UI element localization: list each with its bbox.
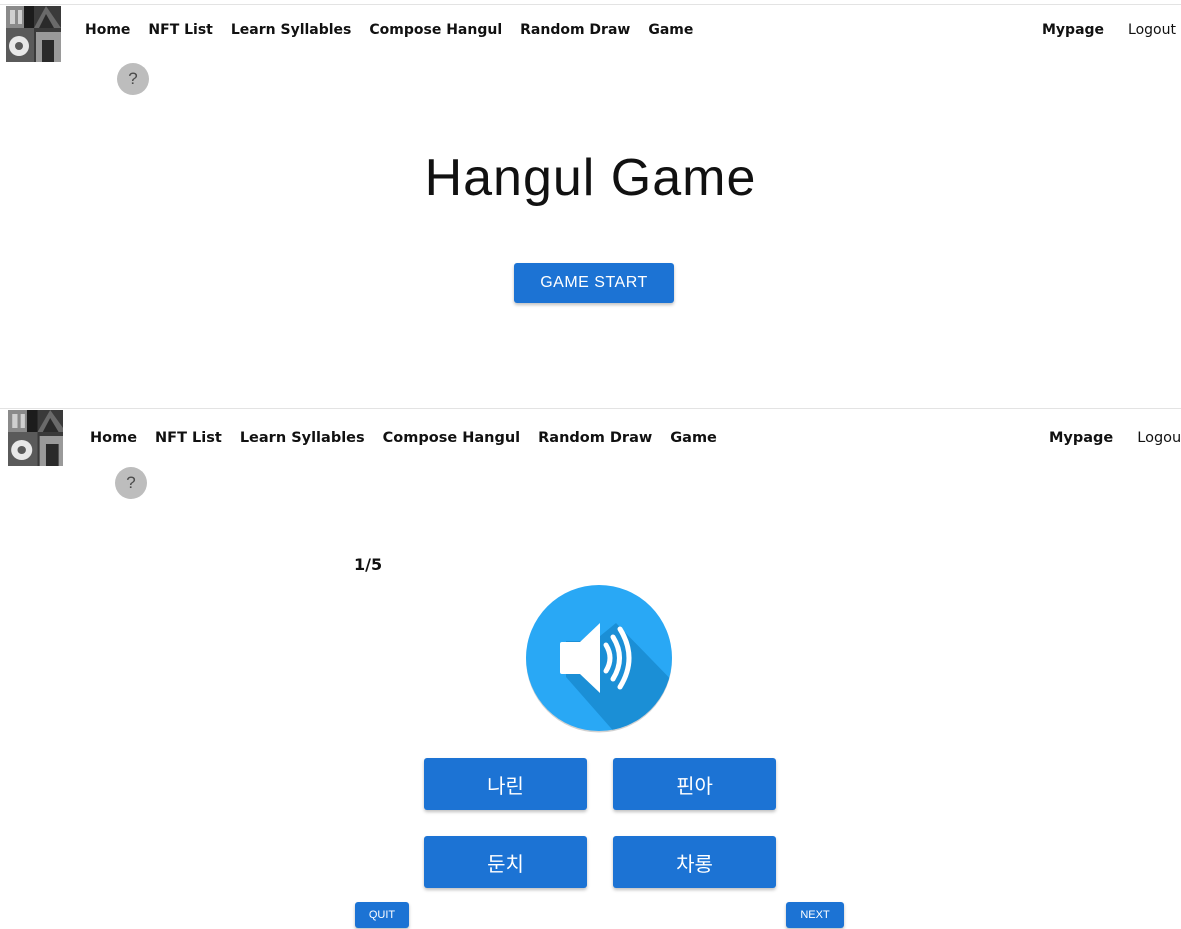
user-nav: Mypage Logou	[1049, 430, 1181, 446]
nav-logout[interactable]: Logout	[1128, 22, 1176, 38]
logo[interactable]	[8, 410, 63, 466]
help-button[interactable]: ?	[115, 467, 147, 499]
nav-random-draw[interactable]: Random Draw	[538, 430, 652, 446]
top-divider	[0, 408, 1181, 409]
game-question-screen: Home NFT List Learn Syllables Compose Ha…	[0, 404, 1181, 929]
user-nav: Mypage Logout	[1042, 22, 1176, 38]
nav-random-draw[interactable]: Random Draw	[520, 22, 630, 38]
nav-compose-hangul[interactable]: Compose Hangul	[369, 22, 502, 38]
choice-button-1[interactable]: 나린	[424, 758, 587, 810]
help-button[interactable]: ?	[117, 63, 149, 95]
question-progress: 1/5	[354, 555, 383, 574]
choice-button-3[interactable]: 둔치	[424, 836, 587, 888]
game-intro-screen: Home NFT List Learn Syllables Compose Ha…	[0, 0, 1181, 400]
speaker-volume-icon[interactable]	[524, 583, 674, 733]
nav-learn-syllables[interactable]: Learn Syllables	[231, 22, 352, 38]
nav-learn-syllables[interactable]: Learn Syllables	[240, 430, 365, 446]
nav-game[interactable]: Game	[670, 430, 717, 446]
choice-button-4[interactable]: 차롱	[613, 836, 776, 888]
page-title: Hangul Game	[424, 149, 757, 207]
logo[interactable]	[6, 6, 61, 62]
quit-button[interactable]: QUIT	[355, 902, 409, 928]
nav-home[interactable]: Home	[90, 430, 137, 446]
next-button[interactable]: NEXT	[786, 902, 844, 928]
nav-logout[interactable]: Logou	[1137, 430, 1181, 446]
main-nav: Home NFT List Learn Syllables Compose Ha…	[85, 22, 711, 38]
choice-button-2[interactable]: 핀아	[613, 758, 776, 810]
nav-mypage[interactable]: Mypage	[1042, 22, 1104, 38]
nav-game[interactable]: Game	[648, 22, 693, 38]
nav-mypage[interactable]: Mypage	[1049, 430, 1113, 446]
game-start-button[interactable]: GAME START	[514, 263, 674, 303]
nav-compose-hangul[interactable]: Compose Hangul	[383, 430, 520, 446]
nav-home[interactable]: Home	[85, 22, 130, 38]
top-divider	[0, 4, 1181, 5]
main-nav: Home NFT List Learn Syllables Compose Ha…	[90, 430, 735, 446]
nav-nft-list[interactable]: NFT List	[148, 22, 212, 38]
nav-nft-list[interactable]: NFT List	[155, 430, 222, 446]
